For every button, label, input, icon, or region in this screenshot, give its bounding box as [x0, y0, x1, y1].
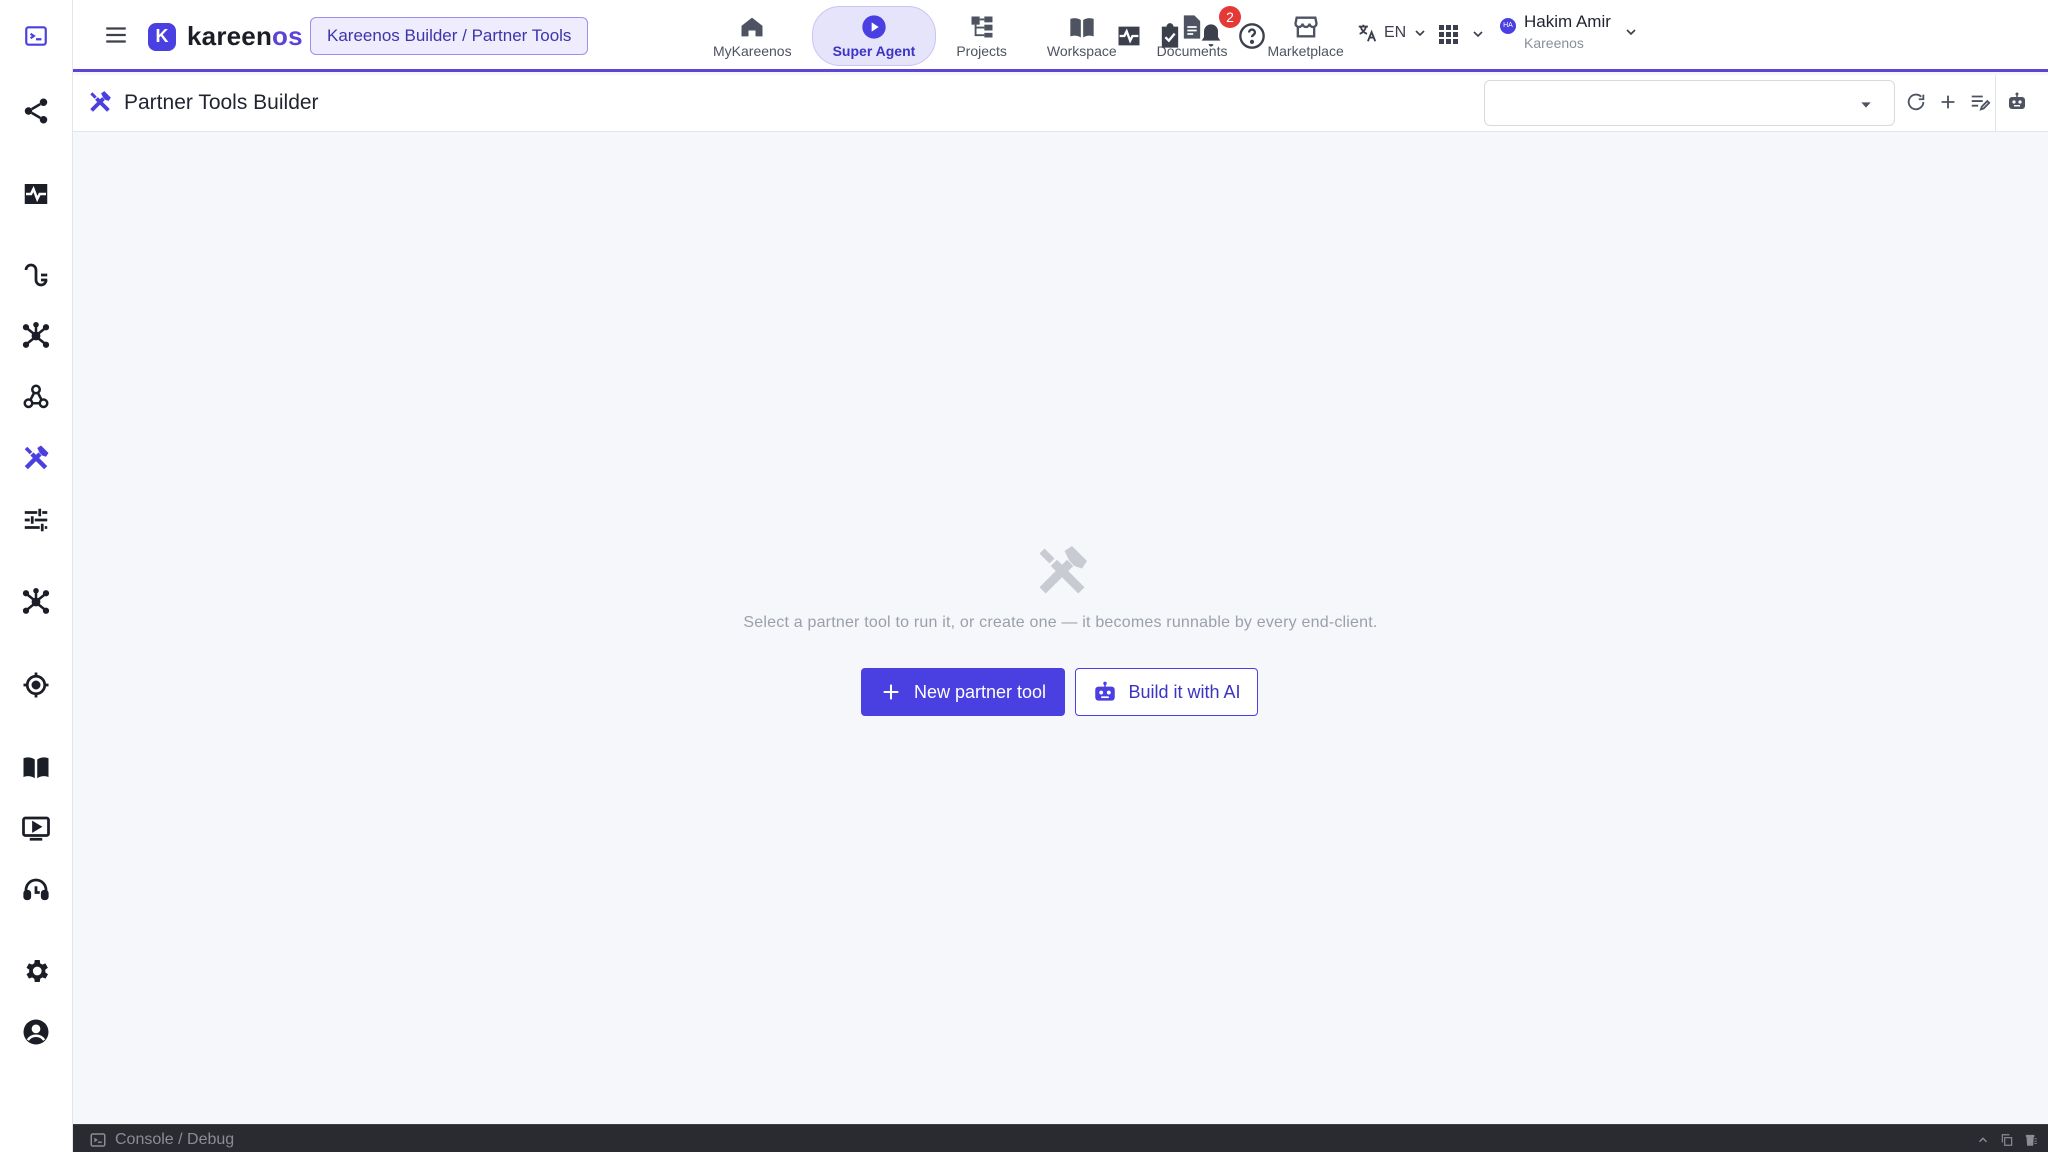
webhook-icon[interactable] — [0, 373, 72, 421]
console-toggle[interactable]: Console / Debug — [89, 1131, 234, 1149]
refresh-icon[interactable] — [1903, 89, 1929, 115]
user-name: Hakim Amir — [1524, 12, 1611, 31]
tab-label: Super Agent — [832, 43, 916, 59]
tools-icon — [87, 89, 113, 115]
console-label: Console / Debug — [115, 1131, 235, 1148]
apps-menu[interactable] — [1436, 22, 1486, 46]
logo-wordmark-main: kareen — [187, 21, 273, 51]
book-icon[interactable] — [0, 743, 72, 791]
help-icon[interactable] — [1236, 20, 1268, 52]
partner-tool-select[interactable] — [1484, 80, 1895, 126]
user-org: Kareenos — [1524, 35, 1584, 51]
terminal-icon — [90, 1133, 106, 1147]
top-header: K kareenos Kareenos Builder / Partner To… — [73, 0, 2048, 72]
empty-state: Select a partner tool to run it, or crea… — [73, 133, 2048, 1123]
copy-icon[interactable] — [2000, 1133, 2014, 1147]
console-bar[interactable]: Console / Debug — [73, 1124, 2048, 1152]
language-label: EN — [1384, 24, 1407, 41]
new-partner-tool-button[interactable]: New partner tool — [861, 668, 1065, 716]
sliders-icon[interactable] — [0, 496, 72, 544]
tab-label: Marketplace — [1267, 43, 1344, 59]
build-with-ai-button[interactable]: Build it with AI — [1075, 668, 1258, 716]
account-icon[interactable] — [0, 1008, 72, 1056]
target-icon[interactable] — [0, 661, 72, 709]
logo-badge: K — [148, 22, 176, 51]
hub-network-icon[interactable] — [0, 312, 72, 360]
logo-wordmark: kareenos — [187, 21, 303, 52]
share-icon[interactable] — [0, 87, 72, 135]
chevron-down-icon — [1415, 30, 1425, 37]
book-open-icon — [1070, 18, 1094, 38]
headset-icon[interactable] — [0, 866, 72, 914]
ai-robot-icon[interactable] — [2005, 90, 2031, 116]
clear-icon[interactable] — [2024, 1133, 2038, 1147]
user-menu[interactable]: HA Hakim Amir Kareenos — [1500, 12, 1639, 51]
add-icon[interactable] — [1935, 89, 1961, 115]
divider — [1995, 75, 1996, 132]
tools-icon[interactable] — [0, 434, 72, 482]
logo-wordmark-accent: os — [272, 21, 303, 51]
ai-robot-icon — [1095, 681, 1116, 701]
language-selector[interactable]: EN — [1356, 22, 1428, 44]
network-icon[interactable] — [0, 578, 72, 626]
tasks-icon[interactable] — [1154, 20, 1186, 52]
avatar: HA — [1500, 17, 1516, 34]
monitor-icon[interactable] — [1113, 20, 1145, 52]
apps-grid-icon — [1439, 25, 1458, 44]
left-sidebar — [0, 0, 73, 1152]
plug-icon[interactable] — [0, 251, 72, 299]
video-icon[interactable] — [0, 804, 72, 852]
build-with-ai-label: Build it with AI — [1128, 681, 1241, 702]
hierarchy-icon — [971, 16, 993, 38]
home-icon — [741, 17, 763, 37]
tab-mykareenos[interactable]: MyKareenos — [693, 6, 812, 66]
tab-label: MyKareenos — [713, 43, 792, 59]
translate-icon — [1358, 24, 1377, 42]
edit-list-icon[interactable] — [1967, 89, 1993, 115]
store-icon — [1293, 16, 1318, 38]
empty-state-message: Select a partner tool to run it, or crea… — [743, 614, 1378, 631]
app-logo[interactable]: K kareenos — [148, 21, 303, 52]
console-icon[interactable] — [0, 12, 72, 60]
play-circle-icon — [862, 15, 886, 39]
chevron-up-icon[interactable] — [1976, 1133, 1990, 1147]
tab-super-agent[interactable]: Super Agent — [811, 6, 937, 66]
dropdown-caret-icon — [1861, 102, 1871, 108]
settings-icon[interactable] — [0, 947, 72, 995]
chevron-down-icon — [1626, 28, 1636, 35]
breadcrumb[interactable]: Kareenos Builder / Partner Tools — [310, 17, 589, 55]
tab-label: Projects — [956, 43, 1007, 59]
chevron-down-icon — [1473, 31, 1483, 38]
new-partner-tool-label: New partner tool — [913, 681, 1047, 702]
tab-projects[interactable]: Projects — [936, 6, 1027, 66]
notifications-icon[interactable]: 2 — [1195, 6, 1241, 52]
page-header: Partner Tools Builder — [73, 75, 2048, 132]
plus-icon — [883, 684, 899, 700]
page-title: Partner Tools Builder — [124, 91, 319, 114]
tab-label: Workspace — [1046, 43, 1117, 59]
tools-icon — [1032, 541, 1092, 601]
activity-monitor-icon[interactable] — [0, 170, 72, 218]
menu-icon[interactable] — [103, 22, 133, 50]
